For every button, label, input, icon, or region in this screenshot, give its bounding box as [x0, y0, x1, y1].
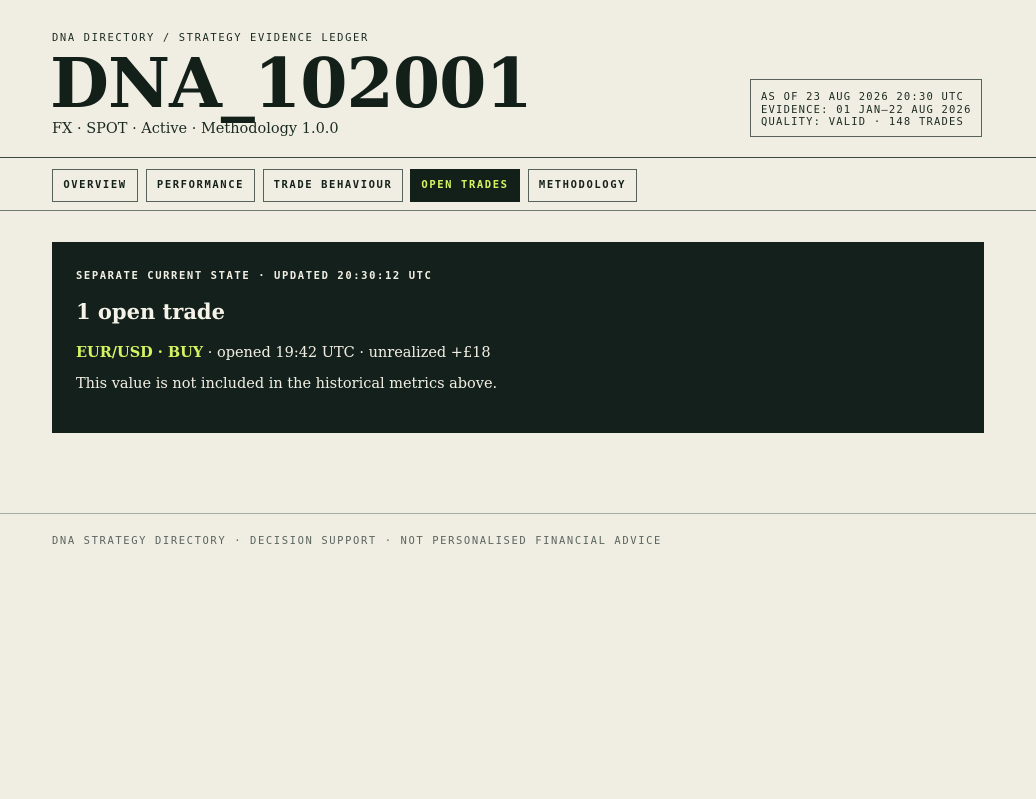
footer-disclaimer: DNA STRATEGY DIRECTORY · DECISION SUPPOR…	[52, 535, 662, 547]
evidence-meta-box: AS OF 23 AUG 2026 20:30 UTC EVIDENCE: 01…	[750, 79, 982, 137]
page-footer: DNA STRATEGY DIRECTORY · DECISION SUPPOR…	[0, 513, 1036, 574]
tab-performance[interactable]: PERFORMANCE	[146, 169, 255, 202]
historical-metrics-note: This value is not included in the histor…	[76, 376, 498, 392]
open-trades-panel: SEPARATE CURRENT STATE · UPDATED 20:30:1…	[52, 242, 984, 433]
tab-overview[interactable]: OVERVIEW	[52, 169, 138, 202]
page-header: DNA DIRECTORY / STRATEGY EVIDENCE LEDGER…	[0, 0, 1036, 158]
current-state-label: SEPARATE CURRENT STATE · UPDATED 20:30:1…	[76, 270, 433, 282]
evidence-range: EVIDENCE: 01 JAN–22 AUG 2026	[761, 103, 972, 116]
breadcrumb: DNA DIRECTORY / STRATEGY EVIDENCE LEDGER	[52, 32, 369, 44]
page-subtitle: FX · SPOT · Active · Methodology 1.0.0	[52, 121, 339, 137]
trade-details: · opened 19:42 UTC · unrealized +£18	[203, 345, 491, 361]
tab-methodology[interactable]: METHODOLOGY	[528, 169, 637, 202]
trade-pair-side: EUR/USD · BUY	[76, 344, 204, 361]
open-trades-count: 1 open trade	[76, 299, 225, 324]
tab-trade-behaviour[interactable]: TRADE BEHAVIOUR	[263, 169, 403, 202]
page-title: DNA_102001	[50, 44, 533, 124]
tab-open-trades[interactable]: OPEN TRADES	[410, 169, 520, 202]
quality-status: QUALITY: VALID · 148 TRADES	[761, 116, 965, 128]
open-trade-row: EUR/USD · BUY · opened 19:42 UTC · unrea…	[76, 344, 491, 361]
tab-bar: OVERVIEW PERFORMANCE TRADE BEHAVIOUR OPE…	[0, 157, 1036, 211]
as-of-timestamp: AS OF 23 AUG 2026 20:30 UTC	[761, 91, 965, 103]
